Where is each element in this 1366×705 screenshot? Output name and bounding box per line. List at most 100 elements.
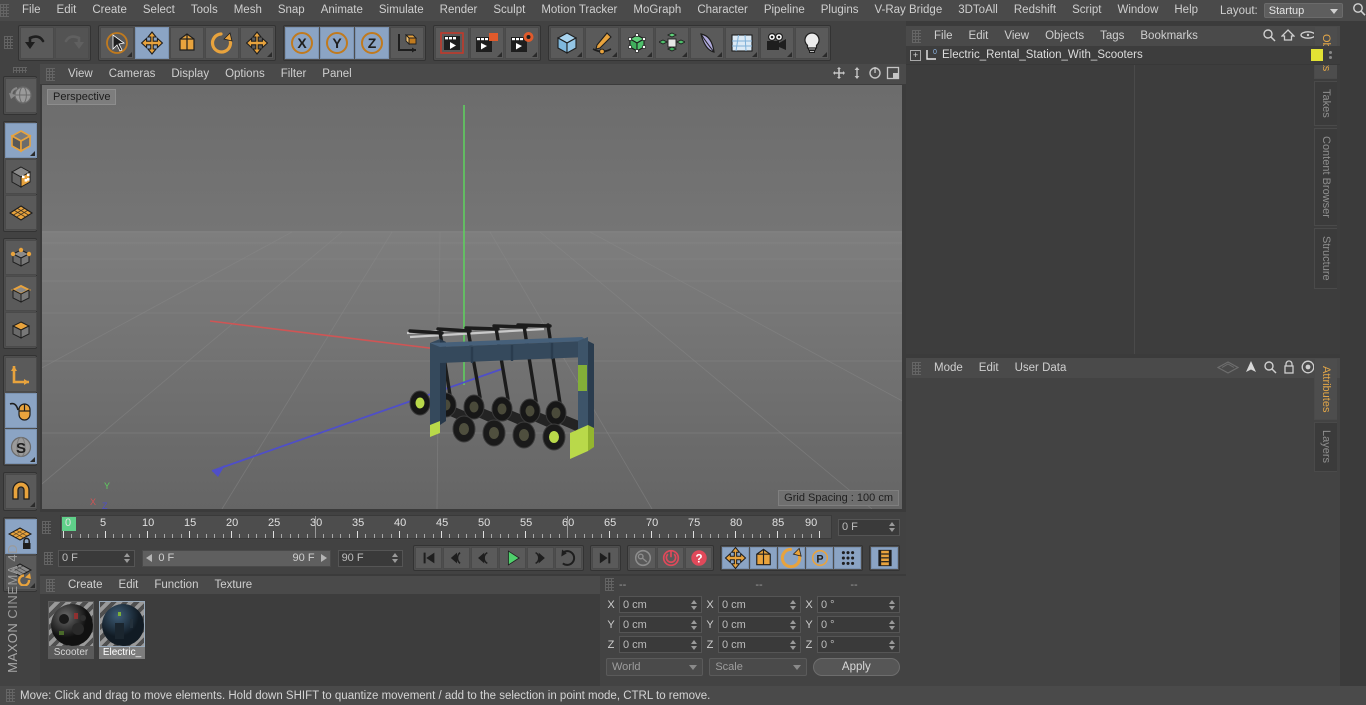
add-cube-button[interactable] <box>550 26 584 59</box>
add-generator-button[interactable] <box>620 26 654 59</box>
maximize-view-icon[interactable] <box>886 66 900 83</box>
vertical-tab-content-browser[interactable]: Content Browser <box>1314 128 1337 226</box>
stepper-icon[interactable] <box>124 553 131 563</box>
flyout-corner-icon[interactable] <box>532 51 537 57</box>
stepper-icon[interactable] <box>889 522 896 532</box>
position-x-field[interactable]: 0 cm <box>619 596 702 613</box>
undo-view-button[interactable] <box>5 78 37 113</box>
lock-z-axis[interactable]: Z <box>355 26 389 59</box>
menu-redshift[interactable]: Redshift <box>1006 0 1064 21</box>
end-frame-field[interactable]: 90 F <box>337 549 403 567</box>
undo-button[interactable] <box>20 26 54 59</box>
viewport-menu-options[interactable]: Options <box>217 64 273 85</box>
viewport-menu-cameras[interactable]: Cameras <box>101 64 164 85</box>
material-menu-edit[interactable]: Edit <box>111 575 147 596</box>
attributes-menu-mode[interactable]: Mode <box>926 358 971 379</box>
add-deformer-button[interactable] <box>690 26 724 59</box>
move-tool[interactable] <box>135 26 169 59</box>
current-frame-field[interactable]: 0 F <box>838 518 900 536</box>
flyout-corner-icon[interactable] <box>752 51 757 57</box>
stepper-icon[interactable] <box>691 619 698 630</box>
menu-pipeline[interactable]: Pipeline <box>756 0 813 21</box>
add-camera-button[interactable] <box>760 26 794 59</box>
objects-grip[interactable] <box>912 29 921 43</box>
objects-menu-tags[interactable]: Tags <box>1092 26 1132 47</box>
add-spline-button[interactable] <box>585 26 619 59</box>
stepper-icon[interactable] <box>790 639 797 650</box>
menu-character[interactable]: Character <box>689 0 756 21</box>
scale-key-button[interactable] <box>750 547 777 569</box>
lock-x-axis[interactable]: X <box>285 26 319 59</box>
material-grip[interactable] <box>46 578 55 592</box>
object-visibility-dots[interactable] <box>1329 51 1332 59</box>
timeline-grip[interactable] <box>42 520 51 534</box>
flyout-corner-icon[interactable] <box>497 51 502 57</box>
flyout-corner-icon[interactable] <box>717 51 722 57</box>
add-light-button[interactable] <box>795 26 829 59</box>
rotation-y-field[interactable]: 0 ° <box>817 616 900 633</box>
objects-menu-edit[interactable]: Edit <box>961 26 997 47</box>
timeline-ruler[interactable]: 0 5 10 15 20 25 30 35 40 45 50 55 60 65 70 75 80 85 90 <box>60 515 832 539</box>
render-settings-button[interactable] <box>505 26 539 59</box>
menu-window[interactable]: Window <box>1109 0 1166 21</box>
next-key-button[interactable] <box>555 547 582 569</box>
texture-mode-button[interactable] <box>5 159 37 194</box>
step-back-button[interactable] <box>471 547 498 569</box>
flyout-corner-icon[interactable] <box>30 151 35 156</box>
rotate-view-icon[interactable] <box>868 66 882 83</box>
object-axis-button[interactable] <box>5 357 37 392</box>
flyout-corner-icon[interactable] <box>682 51 687 57</box>
preview-range-slider[interactable]: 0 F 90 F <box>142 549 331 567</box>
menu-edit[interactable]: Edit <box>49 0 85 21</box>
menu-animate[interactable]: Animate <box>313 0 371 21</box>
transport-grip[interactable] <box>44 551 53 565</box>
flyout-corner-icon[interactable] <box>612 51 617 57</box>
scale-tool[interactable] <box>170 26 204 59</box>
select-tool[interactable] <box>100 26 134 59</box>
step-forward-button[interactable] <box>527 547 554 569</box>
size-x-field[interactable]: 0 cm <box>718 596 801 613</box>
search-icon[interactable] <box>1262 28 1276 45</box>
menu-create[interactable]: Create <box>84 0 135 21</box>
size-z-field[interactable]: 0 cm <box>718 636 801 653</box>
vertical-tab-structure[interactable]: Structure <box>1314 227 1337 289</box>
flyout-corner-icon[interactable] <box>30 457 35 462</box>
menu-mesh[interactable]: Mesh <box>226 0 270 21</box>
menu-v-ray-bridge[interactable]: V-Ray Bridge <box>866 0 950 21</box>
record-keyframe-button[interactable] <box>629 547 656 569</box>
left-toolbar-grip[interactable] <box>13 67 27 73</box>
search-icon[interactable] <box>1263 360 1277 377</box>
add-scene-object-button[interactable] <box>725 26 759 59</box>
vertical-tab-layers[interactable]: Layers <box>1314 422 1337 472</box>
enable-axis-button[interactable] <box>5 393 37 428</box>
objects-tree[interactable]: +0 Electric_Rental_Station_With_Scooters <box>906 46 1340 354</box>
material-menu-texture[interactable]: Texture <box>206 575 260 596</box>
render-view-button[interactable] <box>435 26 469 59</box>
material-thumbnail[interactable] <box>99 601 145 647</box>
flyout-corner-icon[interactable] <box>127 51 132 57</box>
stepper-icon[interactable] <box>790 599 797 610</box>
flyout-corner-icon[interactable] <box>30 502 35 507</box>
viewport-menu-filter[interactable]: Filter <box>273 64 315 85</box>
lock-y-axis[interactable]: Y <box>320 26 354 59</box>
menu-file[interactable]: File <box>14 0 49 21</box>
previous-key-button[interactable] <box>443 547 470 569</box>
object-color-swatch[interactable] <box>1311 49 1323 61</box>
flyout-corner-icon[interactable] <box>822 51 827 57</box>
points-mode-button[interactable] <box>5 240 37 275</box>
param-key-button[interactable]: P <box>806 547 833 569</box>
make-editable-button[interactable] <box>5 123 37 158</box>
coordinates-grip[interactable] <box>605 578 614 591</box>
pan-icon[interactable] <box>832 66 846 83</box>
stepper-icon[interactable] <box>889 619 896 630</box>
objects-menu-objects[interactable]: Objects <box>1037 26 1092 47</box>
menu-motion-tracker[interactable]: Motion Tracker <box>533 0 625 21</box>
pla-key-button[interactable] <box>834 547 861 569</box>
objects-menu-bookmarks[interactable]: Bookmarks <box>1132 26 1206 47</box>
menu-render[interactable]: Render <box>432 0 486 21</box>
layers-flat-icon[interactable] <box>1216 360 1240 377</box>
start-frame-field[interactable]: 0 F <box>58 549 136 567</box>
timeline-button[interactable] <box>871 547 898 569</box>
rotation-x-field[interactable]: 0 ° <box>817 596 900 613</box>
polygons-mode-button[interactable] <box>5 312 37 347</box>
